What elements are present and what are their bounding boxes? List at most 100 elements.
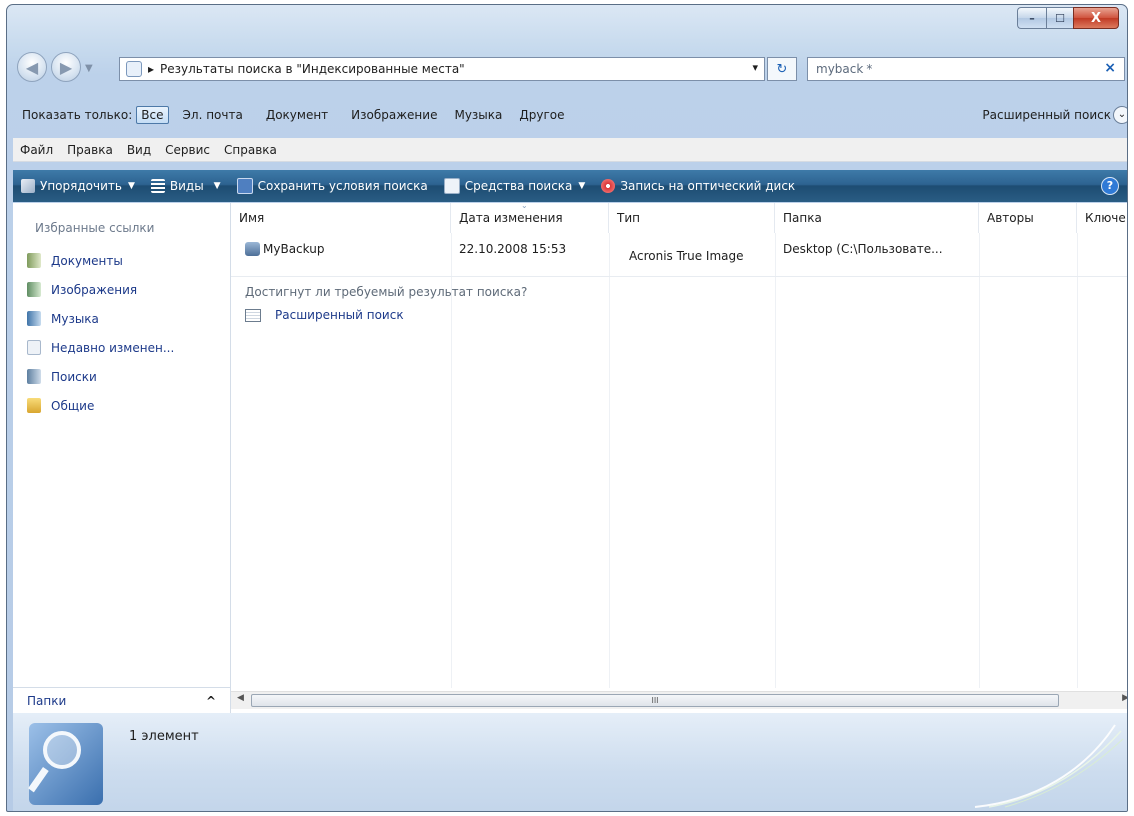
column-divider — [1077, 233, 1078, 688]
favorite-links-title: Избранные ссылки — [35, 221, 155, 235]
backup-archive-icon — [245, 242, 260, 256]
search-wildcard: * — [866, 62, 873, 76]
file-type-cell: Acronis True Image — [629, 249, 744, 263]
horizontal-scrollbar[interactable]: ◀ III ▶ — [231, 691, 1127, 709]
organize-icon — [21, 179, 35, 193]
music-icon — [27, 311, 41, 326]
column-header-folder[interactable]: Папка — [775, 203, 979, 233]
menu-edit[interactable]: Правка — [60, 143, 120, 157]
close-button[interactable]: X — [1073, 7, 1119, 29]
search-tools-icon — [443, 178, 460, 194]
expand-chevron-icon[interactable]: ⌄ — [1113, 106, 1127, 124]
views-icon — [150, 179, 165, 193]
sort-arrow-icon: ⌄ — [521, 201, 528, 210]
column-divider — [979, 233, 980, 688]
menu-view[interactable]: Вид — [120, 143, 158, 157]
advanced-search-link[interactable]: Расширенный поиск — [245, 308, 404, 322]
help-button[interactable]: ? — [1101, 177, 1119, 195]
menu-help[interactable]: Справка — [217, 143, 284, 157]
column-header-label: Дата изменения — [459, 211, 563, 225]
address-dropdown-icon[interactable]: ▾ — [752, 61, 758, 74]
search-box[interactable]: myback * × — [807, 57, 1125, 81]
nav-item-music[interactable]: Музыка — [27, 311, 99, 326]
forward-button[interactable]: ▶ — [51, 52, 81, 82]
filter-other[interactable]: Другое — [511, 108, 573, 122]
views-dropdown-icon: ▼ — [213, 181, 221, 191]
column-header-authors[interactable]: Авторы — [979, 203, 1077, 233]
burn-button[interactable]: Запись на оптический диск — [593, 179, 803, 193]
views-label: Виды — [169, 179, 204, 193]
column-divider — [451, 233, 452, 688]
search-filter-bar: Показать только: Все Эл. почта Документ … — [13, 101, 1127, 129]
advanced-search-label: Расширенный поиск — [275, 308, 404, 322]
nav-item-public[interactable]: Общие — [27, 398, 94, 413]
advanced-search-icon — [245, 308, 261, 322]
search-tools-label: Средства поиска — [464, 179, 573, 193]
column-header-keywords[interactable]: Ключе — [1077, 203, 1127, 233]
maximize-button[interactable]: ☐ — [1046, 7, 1073, 29]
file-list: Имя Дата изменения ⌄ Тип Папка Авторы Кл… — [231, 201, 1127, 713]
filter-music[interactable]: Музыка — [446, 108, 511, 122]
nav-item-label: Документы — [51, 253, 123, 268]
scroll-thumb[interactable]: III — [251, 694, 1059, 707]
documents-icon — [27, 253, 41, 268]
filter-email[interactable]: Эл. почта — [169, 108, 252, 122]
scroll-right-icon[interactable]: ▶ — [1122, 693, 1127, 703]
folders-toggle[interactable]: Папки ^ — [13, 687, 230, 713]
column-divider — [609, 233, 610, 688]
navigation-pane: Избранные ссылки Документы Изображения М… — [13, 203, 231, 713]
nav-item-searches[interactable]: Поиски — [27, 369, 97, 384]
file-name: MyBackup — [263, 242, 325, 256]
save-disk-icon — [236, 178, 253, 194]
refresh-button[interactable]: ↻ — [767, 57, 797, 81]
clear-search-icon[interactable]: × — [1104, 60, 1116, 76]
file-folder-cell: Desktop (C:\Пользовате... — [783, 242, 943, 256]
column-divider — [775, 233, 776, 688]
filter-image[interactable]: Изображение — [337, 108, 446, 122]
search-tools-button[interactable]: Средства поиска ▼ — [436, 178, 594, 194]
history-dropdown-icon[interactable]: ▼ — [85, 63, 93, 74]
nav-item-label: Музыка — [51, 311, 99, 326]
public-folder-icon — [27, 398, 41, 413]
item-count: 1 элемент — [129, 729, 199, 744]
nav-item-label: Общие — [51, 398, 95, 413]
recent-icon — [27, 340, 41, 355]
search-result-question: Достигнут ли требуемый результат поиска? — [245, 285, 528, 299]
table-row[interactable]: MyBackup 22.10.2008 15:53 Acronis True I… — [231, 234, 1127, 277]
organize-dropdown-icon: ▼ — [127, 181, 135, 191]
minimize-button[interactable]: – — [1017, 7, 1046, 29]
column-header-type[interactable]: Тип — [609, 203, 775, 233]
search-tools-dropdown-icon: ▼ — [578, 181, 586, 191]
chevron-up-icon: ^ — [205, 693, 216, 708]
address-bar[interactable]: ▸ Результаты поиска в "Индексированные м… — [119, 57, 765, 81]
client-area: Избранные ссылки Документы Изображения М… — [13, 201, 1127, 713]
menu-tools[interactable]: Сервис — [158, 143, 217, 157]
file-name-cell[interactable]: MyBackup — [245, 242, 324, 256]
explorer-window: – ☐ X ◀ ▶ ▼ ▸ Результаты поиска в "Индек… — [6, 4, 1128, 812]
organize-label: Упорядочить — [40, 179, 122, 193]
caption-buttons: – ☐ X — [1017, 7, 1119, 29]
nav-item-recent[interactable]: Недавно изменен... — [27, 340, 174, 355]
breadcrumb-path[interactable]: Результаты поиска в "Индексированные мес… — [160, 62, 465, 76]
column-header-name[interactable]: Имя — [231, 203, 451, 233]
back-button[interactable]: ◀ — [17, 52, 47, 82]
forward-arrow-icon: ▶ — [59, 57, 73, 77]
advanced-search-toggle[interactable]: Расширенный поиск — [982, 108, 1111, 122]
scroll-left-icon[interactable]: ◀ — [237, 693, 244, 703]
burn-disc-icon — [601, 179, 616, 193]
command-bar: Упорядочить ▼ Виды ▼ Сохранить условия п… — [13, 170, 1127, 202]
pictures-icon — [27, 282, 41, 297]
decorative-swoosh — [974, 724, 1124, 808]
menu-file[interactable]: Файл — [13, 143, 60, 157]
filter-document[interactable]: Документ — [252, 108, 337, 122]
search-folder-icon — [126, 61, 142, 77]
search-input[interactable]: myback — [816, 62, 863, 76]
views-button[interactable]: Виды ▼ — [143, 179, 229, 193]
filter-all[interactable]: Все — [136, 106, 169, 124]
nav-item-pictures[interactable]: Изображения — [27, 282, 137, 297]
nav-item-documents[interactable]: Документы — [27, 253, 123, 268]
save-search-button[interactable]: Сохранить условия поиска — [229, 178, 436, 194]
column-header-date[interactable]: Дата изменения ⌄ — [451, 201, 609, 233]
breadcrumb-arrow-icon[interactable]: ▸ — [148, 62, 154, 76]
organize-button[interactable]: Упорядочить ▼ — [13, 179, 143, 193]
